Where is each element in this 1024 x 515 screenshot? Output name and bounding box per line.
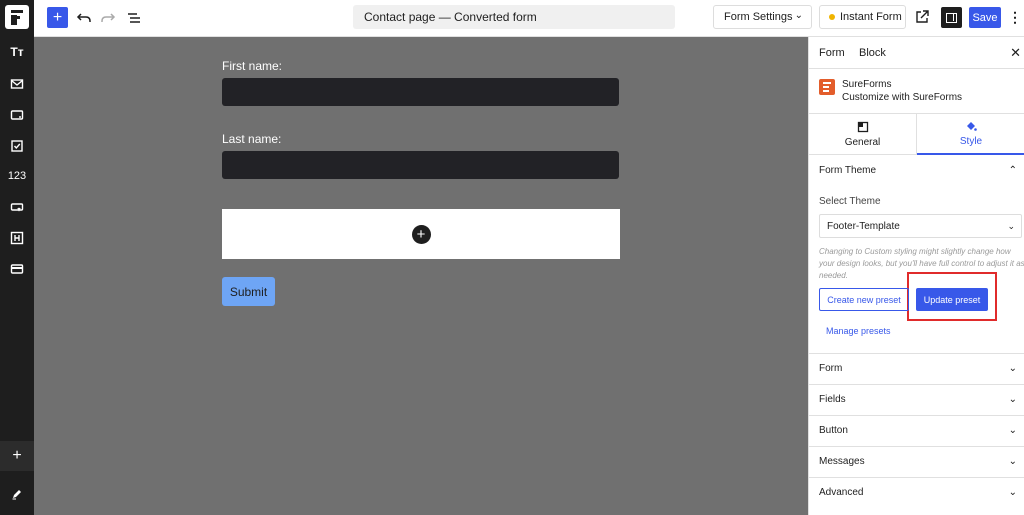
section-fields[interactable]: Fields ⌄ — [809, 384, 1024, 414]
chevron-down-icon: ⌄ — [794, 10, 803, 21]
heading-icon[interactable] — [0, 226, 34, 250]
tab-style[interactable]: Style — [917, 114, 1024, 155]
sidebar-tabs: Form Block ✕ — [809, 37, 1024, 69]
chevron-down-icon: ⌄ — [1008, 456, 1017, 467]
plugin-name: SureForms — [842, 79, 892, 90]
tab-style-label: Style — [959, 136, 983, 147]
block-rail: Tт 123 + — [0, 0, 34, 515]
redo-icon[interactable] — [98, 8, 118, 28]
chevron-down-icon: ⌄ — [1008, 487, 1017, 498]
section-messages[interactable]: Messages ⌄ — [809, 446, 1024, 476]
payment-icon[interactable] — [0, 257, 34, 281]
editor-canvas: First name: Last name: + Submit — [34, 37, 808, 515]
first-name-input[interactable] — [222, 78, 619, 106]
section-button-title: Button — [819, 425, 848, 436]
dropdown-icon[interactable] — [0, 195, 34, 219]
block-inserter-button[interactable]: + — [47, 7, 68, 28]
instant-form-dot-icon — [829, 14, 835, 20]
settings-sidebar: Form Block ✕ SureForms Customize with Su… — [808, 37, 1024, 515]
checkbox-icon[interactable] — [0, 134, 34, 158]
general-icon — [857, 121, 868, 133]
list-view-icon[interactable] — [124, 8, 144, 28]
input-icon[interactable] — [0, 103, 34, 127]
block-appender[interactable]: + — [222, 209, 620, 259]
section-fields-title: Fields — [819, 394, 846, 405]
sidebar-icon — [946, 12, 957, 23]
tab-general-label: General — [844, 137, 881, 148]
add-block-icon[interactable]: + — [0, 441, 34, 471]
plugin-description: Customize with SureForms — [842, 92, 963, 103]
section-form[interactable]: Form ⌄ — [809, 353, 1024, 383]
more-options-icon[interactable]: ⋮ — [1008, 7, 1022, 28]
select-theme-label: Select Theme — [819, 196, 881, 207]
document-title[interactable]: Contact page — Converted form — [353, 5, 675, 29]
last-name-input[interactable] — [222, 151, 619, 179]
first-name-label: First name: — [222, 59, 283, 73]
chevron-down-icon: ⌄ — [1007, 220, 1015, 231]
tab-general[interactable]: General — [809, 114, 917, 155]
general-style-tabs: General Style — [809, 113, 1024, 155]
chevron-up-icon: ⌃ — [1008, 164, 1017, 176]
section-form-title: Form — [819, 363, 843, 374]
chevron-down-icon: ⌄ — [1008, 394, 1017, 405]
theme-select[interactable]: Footer-Template ⌄ — [819, 214, 1022, 238]
chevron-down-icon: ⌄ — [1008, 425, 1017, 436]
chevron-down-icon: ⌄ — [1008, 363, 1017, 374]
save-button[interactable]: Save — [969, 7, 1001, 28]
form-theme-header[interactable]: Form Theme ⌃ — [809, 155, 1024, 185]
section-advanced-title: Advanced — [819, 487, 864, 498]
last-name-label: Last name: — [222, 132, 282, 146]
sureforms-logo-icon[interactable] — [5, 5, 29, 29]
tab-block[interactable]: Block — [859, 47, 886, 59]
external-link-icon[interactable] — [913, 8, 931, 26]
form-settings-label: Form Settings — [724, 11, 793, 23]
tab-form[interactable]: Form — [819, 47, 845, 59]
undo-icon[interactable] — [74, 8, 94, 28]
instant-form-label: Instant Form — [840, 11, 902, 23]
instant-form-button[interactable]: Instant Form — [819, 5, 906, 29]
theme-select-value: Footer-Template — [827, 220, 900, 232]
form-settings-button[interactable]: Form Settings ⌄ — [713, 5, 812, 29]
plus-circle-icon[interactable]: + — [411, 224, 431, 244]
editor-toolbar: + Contact page — Converted form Form Set… — [34, 0, 1024, 37]
text-icon[interactable]: Tт — [0, 40, 34, 64]
manage-presets-link[interactable]: Manage presets — [826, 326, 891, 336]
create-preset-button[interactable]: Create new preset — [819, 288, 909, 311]
settings-panel-toggle[interactable] — [941, 7, 962, 28]
close-icon[interactable]: ✕ — [1010, 45, 1021, 61]
section-advanced[interactable]: Advanced ⌄ — [809, 477, 1024, 507]
paint-bucket-icon — [967, 122, 977, 131]
section-button[interactable]: Button ⌄ — [809, 415, 1024, 445]
number-icon[interactable]: 123 — [0, 164, 34, 188]
pen-icon[interactable] — [0, 484, 34, 504]
submit-button[interactable]: Submit — [222, 277, 275, 306]
mail-icon[interactable] — [0, 72, 34, 96]
update-preset-button[interactable]: Update preset — [916, 288, 988, 311]
section-messages-title: Messages — [819, 456, 865, 467]
form-theme-title: Form Theme — [819, 164, 877, 176]
sureforms-brand-icon — [819, 79, 835, 95]
